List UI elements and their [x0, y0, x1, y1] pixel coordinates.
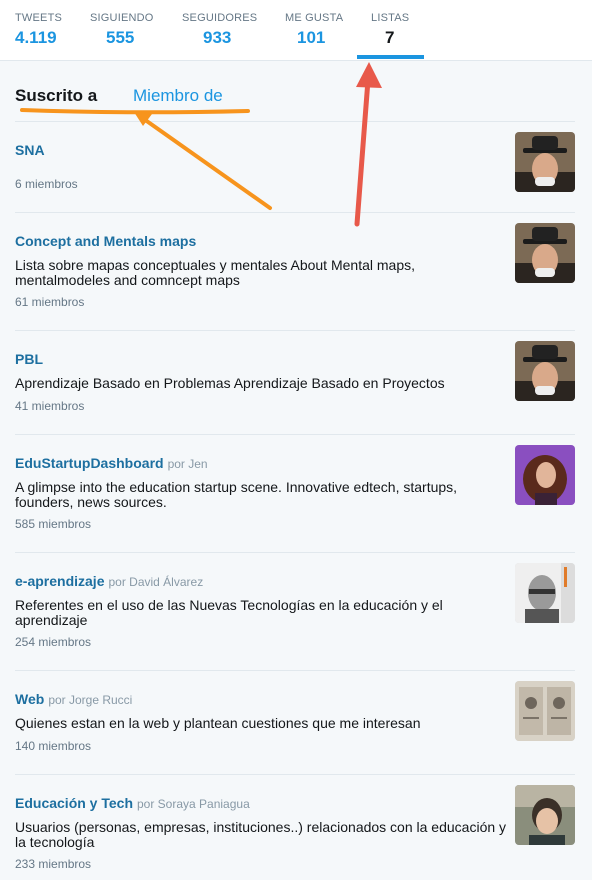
- stat-following-value: 555: [106, 28, 135, 47]
- list-members-count[interactable]: 140 miembros: [15, 739, 91, 753]
- list-name[interactable]: e-aprendizaje por David Álvarez: [15, 573, 203, 589]
- list-name[interactable]: EduStartupDashboard por Jen: [15, 455, 208, 471]
- list-item: PBL Aprendizaje Basado en Problemas Apre…: [15, 330, 575, 435]
- list-name-text: e-aprendizaje: [15, 573, 105, 589]
- list-members-count[interactable]: 41 miembros: [15, 399, 84, 413]
- list-name-text: Educación y Tech: [15, 795, 133, 811]
- list-members-count[interactable]: 254 miembros: [15, 635, 91, 649]
- list-description: Lista sobre mapas conceptuales y mentale…: [15, 257, 415, 288]
- list-owner: por Jen: [167, 457, 208, 471]
- owner-avatar[interactable]: [515, 785, 575, 845]
- list-owner: por Jorge Rucci: [48, 693, 133, 707]
- owner-avatar[interactable]: [515, 563, 575, 623]
- list-name[interactable]: Web por Jorge Rucci: [15, 691, 132, 707]
- list-item: Educación y Tech por Soraya Paniagua Usua…: [15, 774, 575, 880]
- list-name[interactable]: SNA: [15, 142, 45, 158]
- stat-likes-value: 101: [297, 28, 326, 47]
- list-item: SNA 6 miembros: [15, 121, 575, 213]
- list-name[interactable]: Concept and Mentals maps: [15, 233, 196, 249]
- stat-lists-label: LISTAS: [371, 12, 410, 24]
- list-description: Aprendizaje Basado en Problemas Aprendiz…: [15, 375, 445, 391]
- orange-underline: [20, 108, 250, 115]
- stat-followers-label: SEGUIDORES: [182, 12, 258, 24]
- stat-tweets-label: TWEETS: [15, 12, 63, 24]
- profile-stats-bar: TWEETS 4.119 SIGUIENDO 555 SEGUIDORES 93…: [0, 0, 592, 61]
- list-members-count[interactable]: 6 miembros: [15, 177, 78, 191]
- owner-avatar[interactable]: [515, 445, 575, 505]
- list-description: A glimpse into the education startup sce…: [15, 479, 458, 510]
- list-members-count[interactable]: 585 miembros: [15, 517, 91, 531]
- list-members-count[interactable]: 61 miembros: [15, 295, 84, 309]
- list-name-text: Web: [15, 691, 45, 707]
- list-name[interactable]: PBL: [15, 351, 43, 367]
- stat-followers-value: 933: [203, 28, 232, 47]
- list-item: Concept and Mentals maps Lista sobre map…: [15, 212, 575, 331]
- list-name[interactable]: Educación y Tech por Soraya Paniagua: [15, 795, 250, 811]
- list-owner: por Soraya Paniagua: [137, 797, 250, 811]
- list-description: Quienes estan en la web y plantean cuest…: [15, 715, 421, 731]
- list-item: e-aprendizaje por David Álvarez Referente…: [15, 552, 575, 671]
- member-of-link[interactable]: Miembro de: [133, 86, 223, 106]
- owner-avatar[interactable]: [515, 132, 575, 192]
- active-tab-indicator: [357, 55, 424, 59]
- list-description: Referentes en el uso de las Nuevas Tecno…: [15, 597, 443, 628]
- list-members-count[interactable]: 233 miembros: [15, 857, 91, 871]
- owner-avatar[interactable]: [515, 223, 575, 283]
- owner-avatar[interactable]: [515, 681, 575, 741]
- stat-lists-value: 7: [385, 28, 395, 47]
- list-owner: por David Álvarez: [108, 575, 204, 589]
- owner-avatar[interactable]: [515, 341, 575, 401]
- stat-tweets-value: 4.119: [15, 28, 57, 47]
- list-item: EduStartupDashboard por Jen A glimpse int…: [15, 434, 575, 553]
- list-name-text: EduStartupDashboard: [15, 455, 164, 471]
- list-description: Usuarios (personas, empresas, institucio…: [15, 819, 507, 850]
- list-item: Web por Jorge Rucci Quienes estan en la w…: [15, 670, 575, 775]
- subscribed-to-heading: Suscrito a: [15, 86, 98, 105]
- stat-following-label: SIGUIENDO: [90, 12, 154, 24]
- stat-likes-label: ME GUSTA: [285, 12, 344, 24]
